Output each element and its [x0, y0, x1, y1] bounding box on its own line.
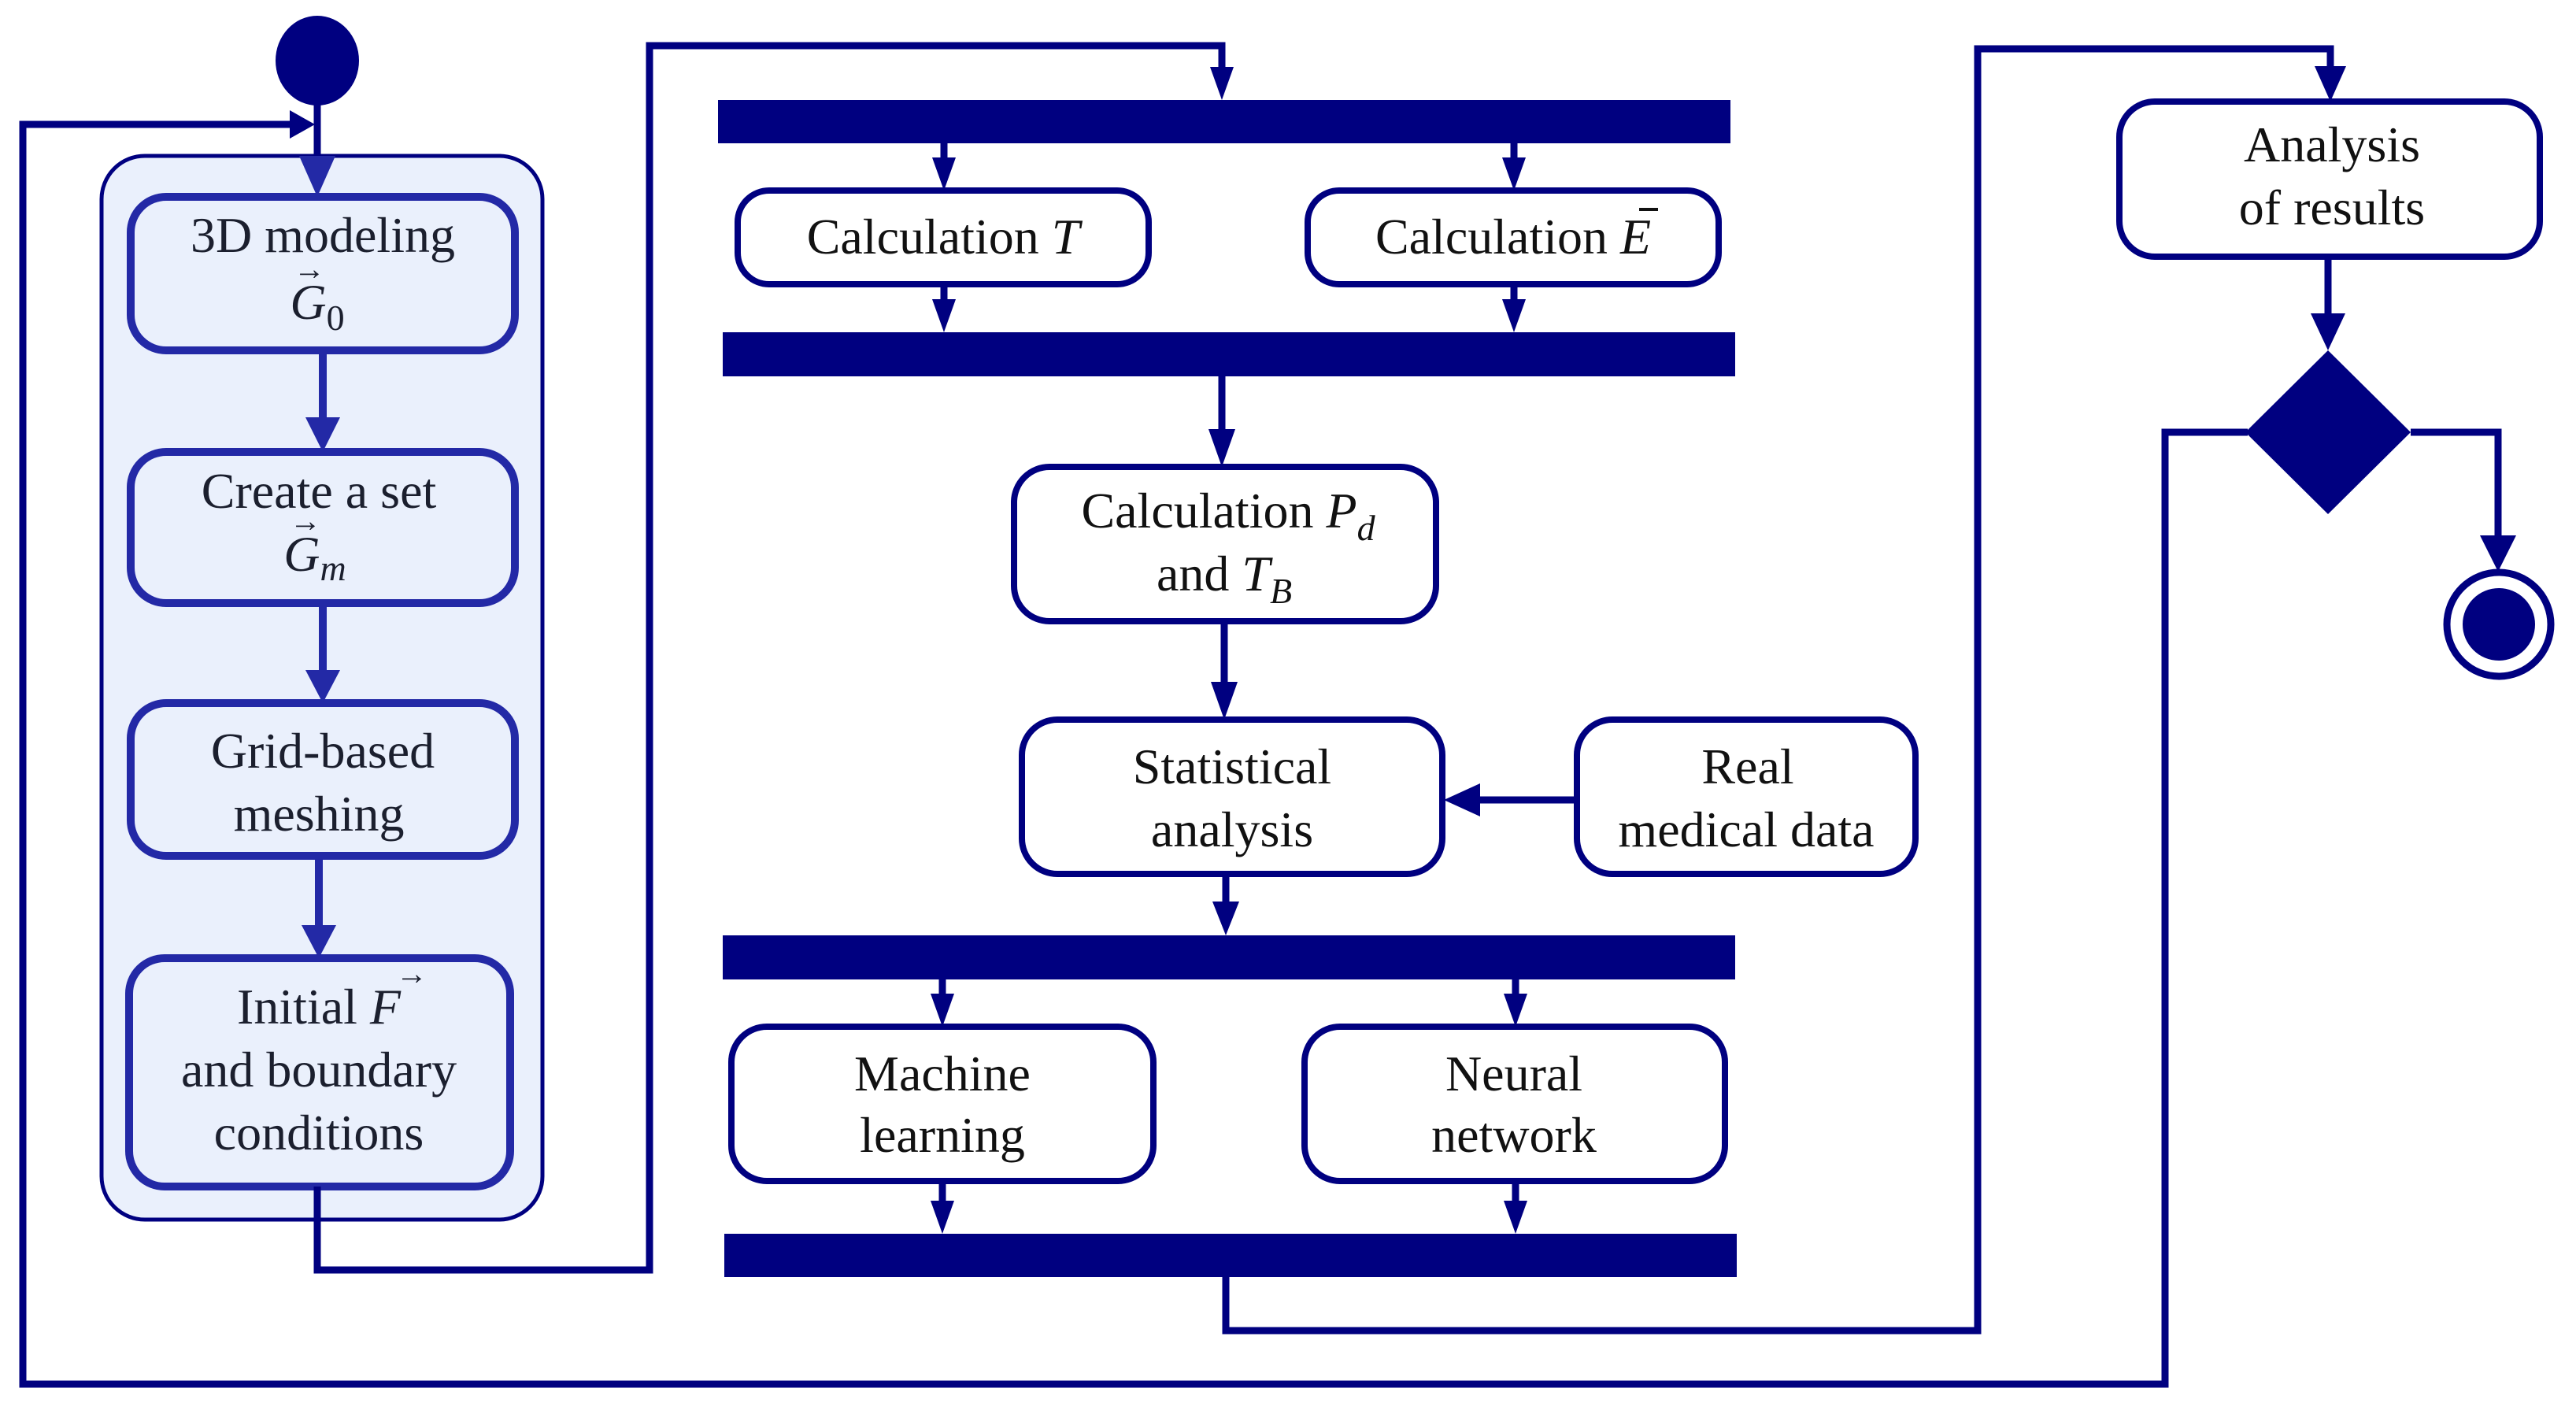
fork-bar-2 — [723, 935, 1735, 979]
step-grid-meshing-line1: Grid-based — [211, 723, 435, 779]
arrowhead-analysis — [2315, 66, 2346, 102]
nn-line1: Neural — [1445, 1046, 1582, 1101]
ml-line1: Machine — [854, 1046, 1031, 1101]
statistical-line2: analysis — [1151, 802, 1313, 857]
arrowhead-decision — [2311, 313, 2345, 350]
step-initial-conditions: Initial F → and boundary conditions — [125, 954, 514, 1190]
calc-pd-line1: Calculation Pd — [1081, 483, 1375, 548]
connector-decision-to-end — [2411, 428, 2502, 543]
start-node — [276, 16, 359, 106]
join-bar-1 — [723, 332, 1735, 376]
fork-bar-1 — [718, 100, 1730, 143]
real-data-line2: medical data — [1618, 802, 1874, 857]
arrowhead-end — [2480, 535, 2516, 572]
vector-arrow-icon: → — [294, 251, 325, 287]
neural-network-node: Neural network — [1301, 1024, 1728, 1184]
step-initial-line1: Initial F — [237, 979, 402, 1035]
calc-e-node: Calculation E — [1305, 187, 1722, 287]
activity-diagram: 3D modeling G0 → Create a set Gm → Grid-… — [19, 16, 2555, 1388]
arrowhead-join1-left — [932, 299, 956, 332]
step-grid-meshing: Grid-based meshing — [127, 699, 519, 860]
arrowhead-stat — [1211, 682, 1238, 720]
arrowhead-join2-left — [931, 1201, 954, 1234]
calc-t-label: Calculation T — [807, 209, 1083, 265]
vector-arrow-icon: → — [290, 503, 321, 539]
step-3d-modeling: 3D modeling G0 → — [127, 193, 519, 354]
step-create-set: Create a set Gm → — [127, 448, 519, 607]
statistical-analysis-node: Statistical analysis — [1019, 716, 1445, 877]
arrowhead-calc-pd — [1208, 429, 1235, 467]
calc-pd-node: Calculation Pd and TB — [1011, 464, 1439, 624]
end-node — [2443, 568, 2555, 680]
arrowhead-join2-right — [1504, 1201, 1527, 1234]
arrowhead-fork2-entry — [1212, 902, 1239, 935]
machine-learning-node: Machine learning — [728, 1024, 1157, 1184]
statistical-line1: Statistical — [1133, 739, 1331, 794]
ml-line2: learning — [860, 1107, 1025, 1163]
analysis-line1: Analysis — [2244, 117, 2420, 172]
calc-t-node: Calculation T — [735, 187, 1152, 287]
arrowhead-fork1-entry — [1210, 67, 1234, 100]
analysis-line2: of results — [2239, 180, 2425, 235]
arrowhead-ml — [931, 994, 954, 1027]
analysis-of-results-node: Analysis of results — [2116, 98, 2543, 260]
arrowhead-nn — [1504, 994, 1527, 1027]
real-medical-data-node: Real medical data — [1574, 716, 1919, 877]
arrowhead-real-data — [1444, 783, 1480, 816]
real-data-line1: Real — [1701, 739, 1793, 794]
arrowhead-calc-t — [932, 157, 956, 191]
join-bar-2 — [724, 1234, 1737, 1277]
vector-arrow-icon: → — [396, 956, 427, 991]
calc-e-label: Calculation E — [1375, 209, 1651, 265]
step-grid-meshing-line2: meshing — [234, 786, 405, 842]
arrowhead-calc-e — [1502, 157, 1526, 191]
step-initial-line2: and boundary — [181, 1042, 457, 1098]
arrowhead-join1-right — [1502, 299, 1526, 332]
nn-line2: network — [1431, 1107, 1597, 1163]
decision-diamond — [2245, 350, 2411, 514]
step-initial-line3: conditions — [214, 1105, 424, 1161]
loop-back-arrowhead — [290, 110, 315, 139]
